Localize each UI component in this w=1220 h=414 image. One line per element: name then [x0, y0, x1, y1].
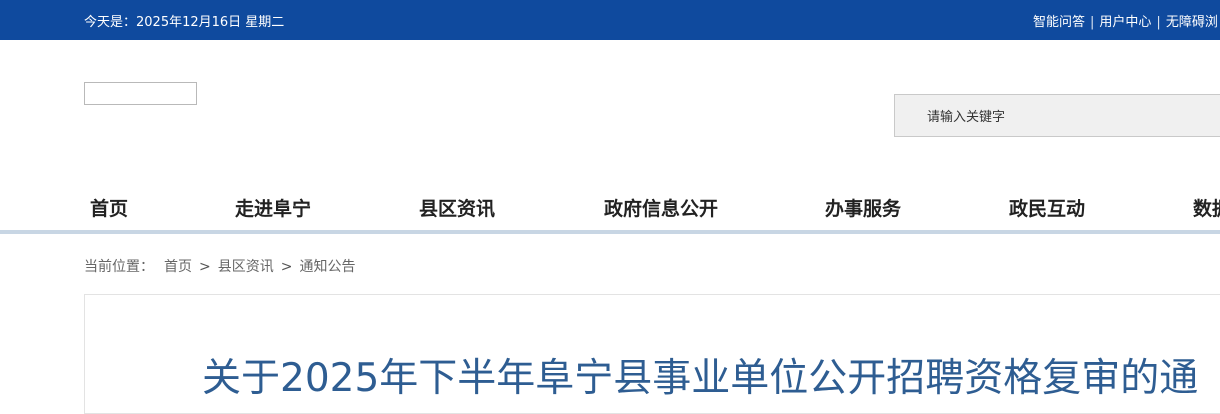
breadcrumb-notices[interactable]: 通知公告: [299, 259, 355, 275]
nav-item-home[interactable]: 首页: [90, 194, 128, 221]
nav-divider: [0, 230, 1220, 234]
nav-item-services[interactable]: 办事服务: [825, 194, 901, 221]
search-box: [894, 94, 1220, 137]
divider: |: [1156, 15, 1161, 30]
nav-item-gov-info[interactable]: 政府信息公开: [604, 194, 718, 221]
nav-item-data[interactable]: 数据: [1193, 194, 1220, 221]
top-link-smart-qa[interactable]: 智能问答: [1033, 15, 1085, 30]
breadcrumb-separator: >: [199, 259, 211, 275]
current-date: 今天是：2025年12月16日 星期二: [84, 15, 285, 30]
breadcrumb: 当前位置： 首页 > 县区资讯 > 通知公告: [84, 256, 355, 276]
site-logo[interactable]: [84, 82, 197, 105]
breadcrumb-separator: >: [280, 259, 293, 275]
nav-item-interaction[interactable]: 政民互动: [1009, 194, 1085, 221]
article-title: 关于2025年下半年阜宁县事业单位公开招聘资格复审的通: [202, 356, 1199, 401]
nav-item-county-news[interactable]: 县区资讯: [419, 194, 495, 221]
divider: |: [1090, 15, 1095, 30]
top-link-user-center[interactable]: 用户中心: [1099, 15, 1151, 30]
breadcrumb-county-news[interactable]: 县区资讯: [218, 259, 274, 275]
top-bar: 今天是：2025年12月16日 星期二 智能问答 | 用户中心 | 无障碍浏: [0, 0, 1220, 40]
top-links: 智能问答 | 用户中心 | 无障碍浏: [1033, 11, 1218, 30]
nav-item-about[interactable]: 走进阜宁: [235, 194, 311, 221]
breadcrumb-home[interactable]: 首页: [164, 259, 192, 275]
search-input[interactable]: [925, 106, 1209, 128]
top-link-accessibility[interactable]: 无障碍浏: [1166, 15, 1218, 30]
main-nav: 首页 走进阜宁 县区资讯 政府信息公开 办事服务 政民互动 数据: [0, 190, 1220, 226]
breadcrumb-label: 当前位置：: [84, 259, 154, 275]
